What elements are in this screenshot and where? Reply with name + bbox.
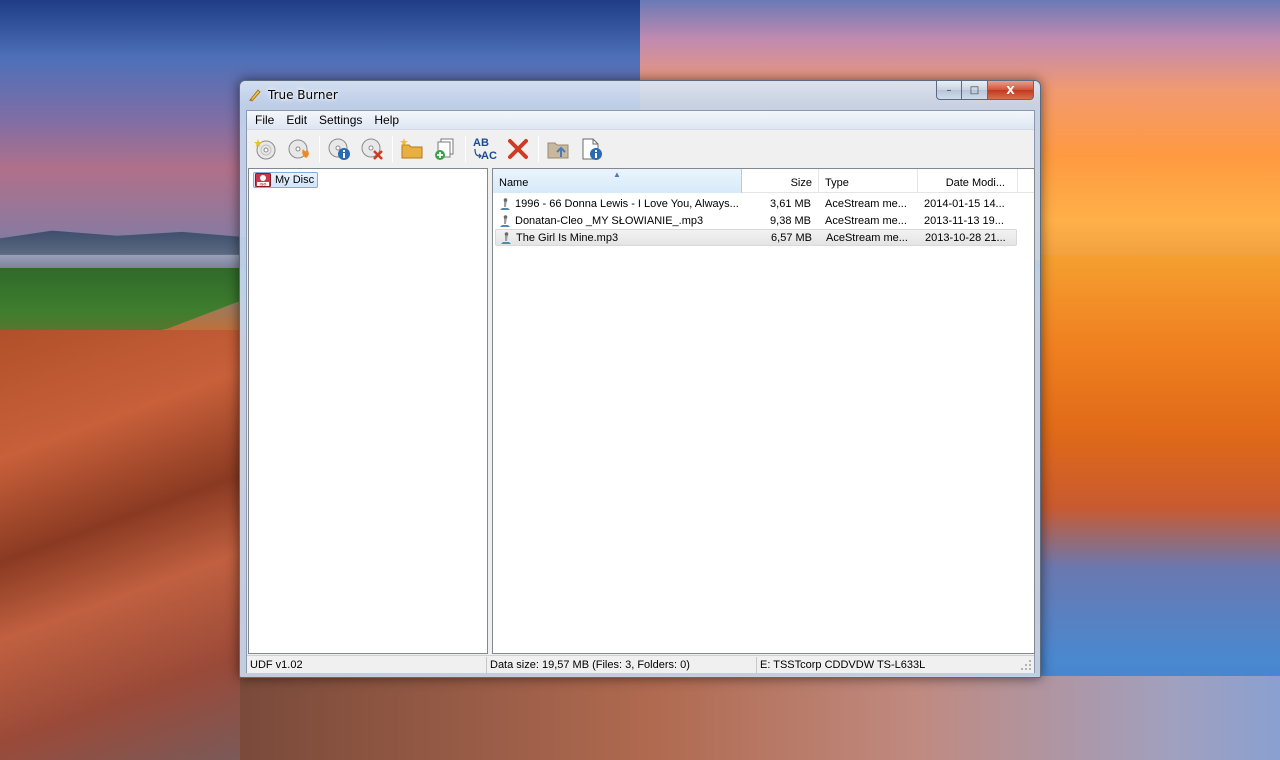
erase-disc-icon	[361, 138, 383, 160]
row-type: AceStream me...	[825, 214, 907, 227]
new-disc-button[interactable]	[251, 134, 281, 164]
delete-icon	[508, 139, 528, 159]
row-name-cell: 1996 - 66 Donna Lewis - I Love You, Alwa…	[495, 197, 742, 211]
window-title: True Burner	[268, 88, 338, 102]
file-list[interactable]: ▲ Name Size Type Date Modi... 1996 - 66 …	[492, 168, 1035, 654]
menu-help[interactable]: Help	[368, 113, 405, 127]
status-data-size: Data size: 19,57 MB (Files: 3, Folders: …	[487, 656, 757, 673]
toolbar: AB AC	[247, 131, 1034, 167]
burn-disc-button[interactable]	[284, 134, 314, 164]
minimize-icon: –	[946, 84, 952, 96]
column-header-size[interactable]: Size	[742, 169, 819, 193]
maximize-button[interactable]: □	[962, 81, 988, 100]
menu-bar: File Edit Settings Help	[247, 111, 1034, 130]
title-bar[interactable]: True Burner – □ X	[240, 81, 1040, 109]
caption-buttons: – □ X	[936, 81, 1034, 100]
tree-root-label: My Disc	[275, 174, 315, 186]
properties-icon	[582, 138, 602, 160]
resize-grip-icon[interactable]	[1020, 659, 1032, 671]
sort-ascending-icon: ▲	[613, 170, 621, 179]
table-row-selected[interactable]: The Girl Is Mine.mp3 6,57 MB AceStream m…	[495, 229, 1017, 246]
column-header-type-label: Type	[825, 177, 849, 189]
column-header-type[interactable]: Type	[819, 169, 918, 193]
row-type: AceStream me...	[826, 231, 908, 244]
row-name-cell: Donatan-Cleo _MY SŁOWIANIE_.mp3	[495, 214, 742, 228]
client-area: File Edit Settings Help AB AC ISO My Dis…	[246, 110, 1035, 673]
disc-info-button[interactable]	[324, 134, 354, 164]
list-rows: 1996 - 66 Donna Lewis - I Love You, Alwa…	[493, 195, 1034, 246]
table-row[interactable]: Donatan-Cleo _MY SŁOWIANIE_.mp3 9,38 MB …	[495, 212, 1017, 229]
column-header-date-label: Date Modi...	[945, 177, 1005, 189]
row-name: 1996 - 66 Donna Lewis - I Love You, Alwa…	[515, 197, 739, 210]
close-icon: X	[1006, 83, 1015, 97]
minimize-button[interactable]: –	[936, 81, 962, 100]
menu-settings[interactable]: Settings	[313, 113, 368, 127]
row-date: 2013-10-28 21...	[925, 231, 1006, 244]
list-header: ▲ Name Size Type Date Modi...	[493, 169, 1034, 193]
row-name-cell: The Girl Is Mine.mp3	[496, 231, 743, 245]
toolbar-separator	[319, 136, 320, 162]
folder-up-button[interactable]	[543, 134, 573, 164]
status-drive: E: TSSTcorp CDDVDW TS-L633L	[760, 658, 926, 671]
new-folder-icon	[400, 138, 423, 159]
row-name: The Girl Is Mine.mp3	[516, 231, 619, 244]
row-type: AceStream me...	[825, 197, 907, 210]
toolbar-separator	[465, 136, 466, 162]
status-bar: UDF v1.02 Data size: 19,57 MB (Files: 3,…	[247, 655, 1034, 673]
row-date: 2014-01-15 14...	[924, 197, 1005, 210]
column-header-name[interactable]: ▲ Name	[493, 169, 742, 193]
iso-badge-label: ISO	[260, 183, 267, 187]
row-size: 6,57 MB	[771, 231, 812, 244]
status-filesystem: UDF v1.02	[247, 656, 487, 673]
app-window: True Burner – □ X File Edit Settings Hel…	[239, 80, 1041, 678]
disc-tree[interactable]: ISO My Disc	[248, 168, 488, 654]
desktop-shore	[240, 676, 1280, 760]
toolbar-separator	[538, 136, 539, 162]
folder-up-icon	[547, 142, 569, 159]
rename-icon: AB AC	[473, 137, 497, 162]
rename-label-top: AB	[473, 137, 489, 149]
desktop-water-left	[0, 255, 240, 269]
close-button[interactable]: X	[988, 81, 1034, 100]
row-date: 2013-11-13 19...	[924, 214, 1004, 227]
row-size: 9,38 MB	[770, 214, 811, 227]
add-files-icon	[435, 138, 454, 160]
new-disc-icon	[254, 139, 276, 160]
media-file-icon	[501, 231, 511, 244]
menu-edit[interactable]: Edit	[280, 113, 313, 127]
add-files-button[interactable]	[430, 134, 460, 164]
rename-label-bottom: AC	[481, 150, 497, 162]
app-flame-icon	[249, 89, 261, 102]
delete-button[interactable]	[503, 134, 533, 164]
menu-file[interactable]: File	[249, 113, 280, 127]
column-header-name-label: Name	[499, 177, 529, 189]
media-file-icon	[500, 197, 510, 210]
rename-button[interactable]: AB AC	[470, 134, 500, 164]
row-name: Donatan-Cleo _MY SŁOWIANIE_.mp3	[515, 214, 704, 227]
burn-disc-icon	[288, 139, 309, 159]
iso-disc-icon: ISO	[255, 173, 271, 187]
properties-button[interactable]	[576, 134, 606, 164]
desktop-cliff	[0, 330, 240, 760]
table-row[interactable]: 1996 - 66 Donna Lewis - I Love You, Alwa…	[495, 195, 1017, 212]
column-header-size-label: Size	[790, 177, 812, 189]
new-folder-button[interactable]	[397, 134, 427, 164]
erase-disc-button[interactable]	[357, 134, 387, 164]
maximize-icon: □	[969, 84, 980, 96]
toolbar-separator	[392, 136, 393, 162]
row-size: 3,61 MB	[770, 197, 811, 210]
tree-root-my-disc[interactable]: ISO My Disc	[253, 172, 319, 188]
media-file-icon	[500, 214, 510, 227]
column-header-date[interactable]: Date Modi...	[918, 169, 1018, 193]
disc-info-icon	[328, 138, 350, 160]
